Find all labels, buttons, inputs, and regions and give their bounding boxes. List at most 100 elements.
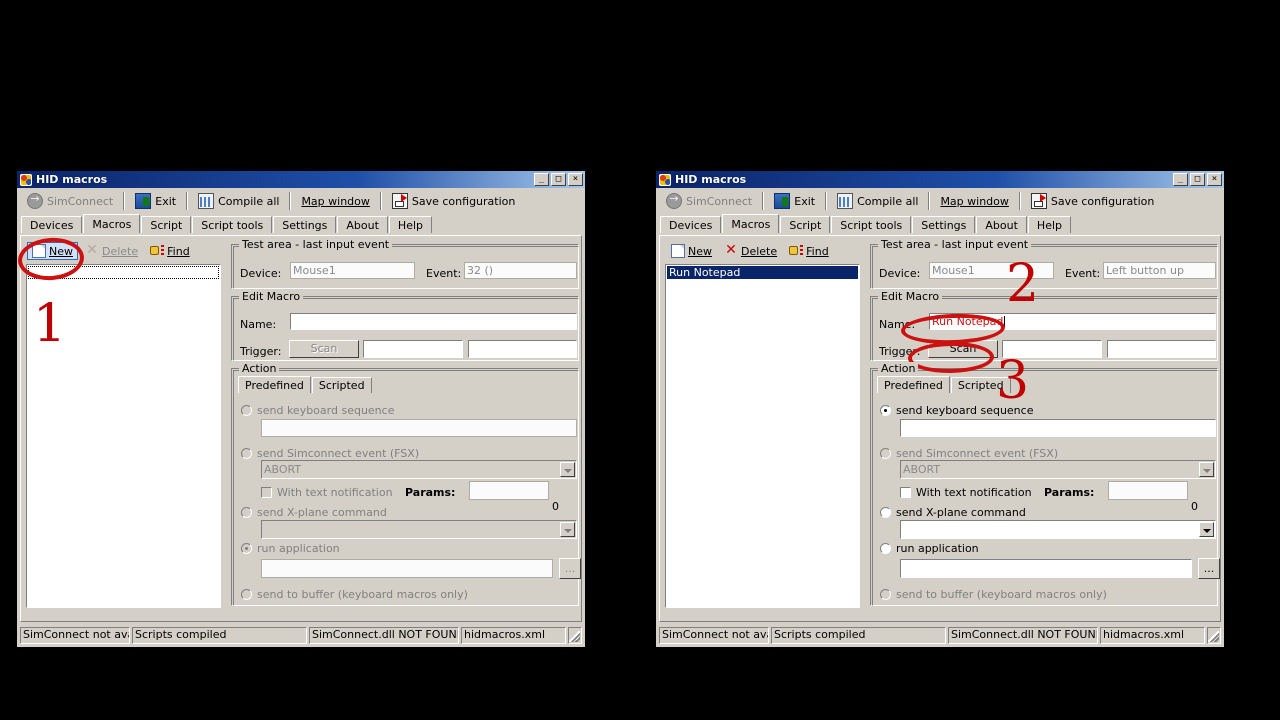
resize-grip-icon[interactable] bbox=[1207, 627, 1221, 644]
tab-devices[interactable]: Devices bbox=[21, 216, 83, 233]
trigger-field-2[interactable] bbox=[1107, 340, 1216, 358]
radio-send-to-buffer[interactable]: send to buffer (keyboard macros only) bbox=[241, 588, 468, 601]
macro-listbox[interactable] bbox=[26, 264, 221, 608]
toolbar-compile-all[interactable]: Compile all bbox=[192, 191, 285, 211]
resize-grip-icon[interactable] bbox=[568, 627, 582, 644]
find-macro-button[interactable]: Find bbox=[145, 242, 195, 260]
run-application-input[interactable] bbox=[261, 559, 553, 578]
chevron-down-icon[interactable] bbox=[1199, 522, 1214, 537]
radio-send-simconnect-event[interactable]: send Simconnect event (FSX) bbox=[241, 447, 419, 460]
scan-button[interactable]: Scan bbox=[289, 340, 359, 358]
scan-button[interactable]: Scan bbox=[928, 340, 998, 358]
maximize-button[interactable]: □ bbox=[1190, 173, 1205, 186]
with-text-notification-label: With text notification bbox=[277, 486, 393, 499]
simconnect-event-combo[interactable]: ABORT bbox=[261, 460, 577, 479]
main-toolbar: SimConnect Exit Compile all Map window S… bbox=[656, 188, 1224, 214]
with-text-notification-checkbox[interactable]: With text notification bbox=[900, 486, 1032, 499]
tab-script-tools[interactable]: Script tools bbox=[192, 216, 273, 233]
minimize-button[interactable]: _ bbox=[534, 173, 549, 186]
chevron-down-icon[interactable] bbox=[1199, 462, 1214, 477]
find-macro-button[interactable]: Find bbox=[784, 242, 834, 260]
radio-keyboard-label: send keyboard sequence bbox=[257, 404, 395, 417]
tab-script[interactable]: Script bbox=[780, 216, 831, 233]
tab-macros[interactable]: Macros bbox=[722, 214, 780, 233]
trigger-field-1[interactable] bbox=[363, 340, 463, 358]
tab-settings[interactable]: Settings bbox=[273, 216, 337, 233]
delete-macro-button[interactable]: ✕ Delete bbox=[80, 242, 143, 260]
chevron-down-icon[interactable] bbox=[560, 462, 575, 477]
event-label: Event: bbox=[1065, 267, 1101, 280]
minimize-icon: _ bbox=[538, 174, 545, 184]
params-label: Params: bbox=[405, 486, 456, 499]
macro-name-input[interactable]: Run Notepad bbox=[929, 313, 1216, 330]
close-button[interactable]: × bbox=[568, 173, 583, 186]
radio-send-simconnect-event[interactable]: send Simconnect event (FSX) bbox=[880, 447, 1058, 460]
close-icon: × bbox=[1211, 174, 1218, 184]
xplane-command-combo[interactable] bbox=[900, 520, 1216, 539]
params-input[interactable] bbox=[469, 481, 549, 500]
minimize-button[interactable]: _ bbox=[1173, 173, 1188, 186]
browse-button[interactable]: ... bbox=[559, 558, 581, 579]
radio-run-application[interactable]: run application bbox=[241, 542, 340, 555]
tab-help[interactable]: Help bbox=[1027, 216, 1071, 233]
maximize-button[interactable]: □ bbox=[551, 173, 566, 186]
simconnect-combo-value: ABORT bbox=[264, 463, 302, 476]
macro-name-input[interactable] bbox=[290, 313, 577, 330]
toolbar-simconnect[interactable]: SimConnect bbox=[660, 191, 758, 211]
tab-help[interactable]: Help bbox=[388, 216, 432, 233]
tab-macros[interactable]: Macros bbox=[83, 214, 141, 233]
tab-settings[interactable]: Settings bbox=[912, 216, 976, 233]
subtab-scripted[interactable]: Scripted bbox=[311, 377, 372, 393]
radio-dot bbox=[241, 507, 252, 518]
radio-send-xplane-command[interactable]: send X-plane command bbox=[241, 506, 387, 519]
radio-run-application[interactable]: run application bbox=[880, 542, 979, 555]
list-item[interactable]: Run Notepad bbox=[667, 266, 858, 279]
subtab-scripted[interactable]: Scripted bbox=[950, 377, 1011, 393]
trigger-field-1[interactable] bbox=[1002, 340, 1102, 358]
trigger-field-2[interactable] bbox=[468, 340, 577, 358]
subtab-predefined[interactable]: Predefined bbox=[238, 376, 311, 393]
radio-send-xplane-command[interactable]: send X-plane command bbox=[880, 506, 1026, 519]
browse-button[interactable]: ... bbox=[1198, 558, 1220, 579]
subtab-predefined[interactable]: Predefined bbox=[877, 376, 950, 393]
keyboard-sequence-input[interactable] bbox=[261, 419, 577, 437]
maximize-icon: □ bbox=[555, 174, 562, 184]
toolbar-map-window[interactable]: Map window bbox=[295, 193, 375, 210]
keyboard-sequence-input[interactable] bbox=[900, 419, 1216, 437]
tab-about[interactable]: About bbox=[337, 216, 388, 233]
tab-script-tools[interactable]: Script tools bbox=[831, 216, 912, 233]
tab-about[interactable]: About bbox=[976, 216, 1027, 233]
radio-send-keyboard-sequence[interactable]: send keyboard sequence bbox=[241, 404, 394, 417]
tab-devices[interactable]: Devices bbox=[660, 216, 722, 233]
with-text-notification-checkbox[interactable]: With text notification bbox=[261, 486, 393, 499]
new-macro-button[interactable]: New bbox=[27, 242, 78, 260]
toolbar-separator bbox=[123, 192, 126, 210]
main-tabs: Devices Macros Script Script tools Setti… bbox=[656, 214, 1224, 233]
toolbar-exit[interactable]: Exit bbox=[129, 191, 182, 211]
macro-listbox[interactable]: Run Notepad bbox=[665, 264, 860, 608]
run-application-input[interactable] bbox=[900, 559, 1192, 578]
device-field: Mouse1 bbox=[290, 262, 415, 279]
chevron-down-icon[interactable] bbox=[560, 522, 575, 537]
xplane-command-combo[interactable] bbox=[261, 520, 577, 539]
params-input[interactable] bbox=[1108, 481, 1188, 500]
app-icon bbox=[20, 173, 32, 186]
title-bar[interactable]: HID macros _ □ × bbox=[656, 171, 1224, 188]
simconnect-event-combo[interactable]: ABORT bbox=[900, 460, 1216, 479]
toolbar-save-configuration[interactable]: Save configuration bbox=[386, 191, 521, 211]
status-simconnect: SimConnect not avai bbox=[20, 627, 130, 644]
new-macro-button[interactable]: New bbox=[666, 242, 717, 260]
delete-macro-button[interactable]: ✕ Delete bbox=[719, 242, 782, 260]
toolbar-exit[interactable]: Exit bbox=[768, 191, 821, 211]
toolbar-simconnect[interactable]: SimConnect bbox=[21, 191, 119, 211]
radio-send-to-buffer[interactable]: send to buffer (keyboard macros only) bbox=[880, 588, 1107, 601]
toolbar-save-configuration[interactable]: Save configuration bbox=[1025, 191, 1160, 211]
radio-send-keyboard-sequence[interactable]: send keyboard sequence bbox=[880, 404, 1033, 417]
tab-script[interactable]: Script bbox=[141, 216, 192, 233]
macros-tab-page: New ✕ Delete Find Test area - last input… bbox=[20, 235, 582, 622]
toolbar-compile-all[interactable]: Compile all bbox=[831, 191, 924, 211]
toolbar-map-window[interactable]: Map window bbox=[934, 193, 1014, 210]
title-bar[interactable]: HID macros _ □ × bbox=[17, 171, 585, 188]
window-title: HID macros bbox=[36, 173, 108, 186]
close-button[interactable]: × bbox=[1207, 173, 1222, 186]
